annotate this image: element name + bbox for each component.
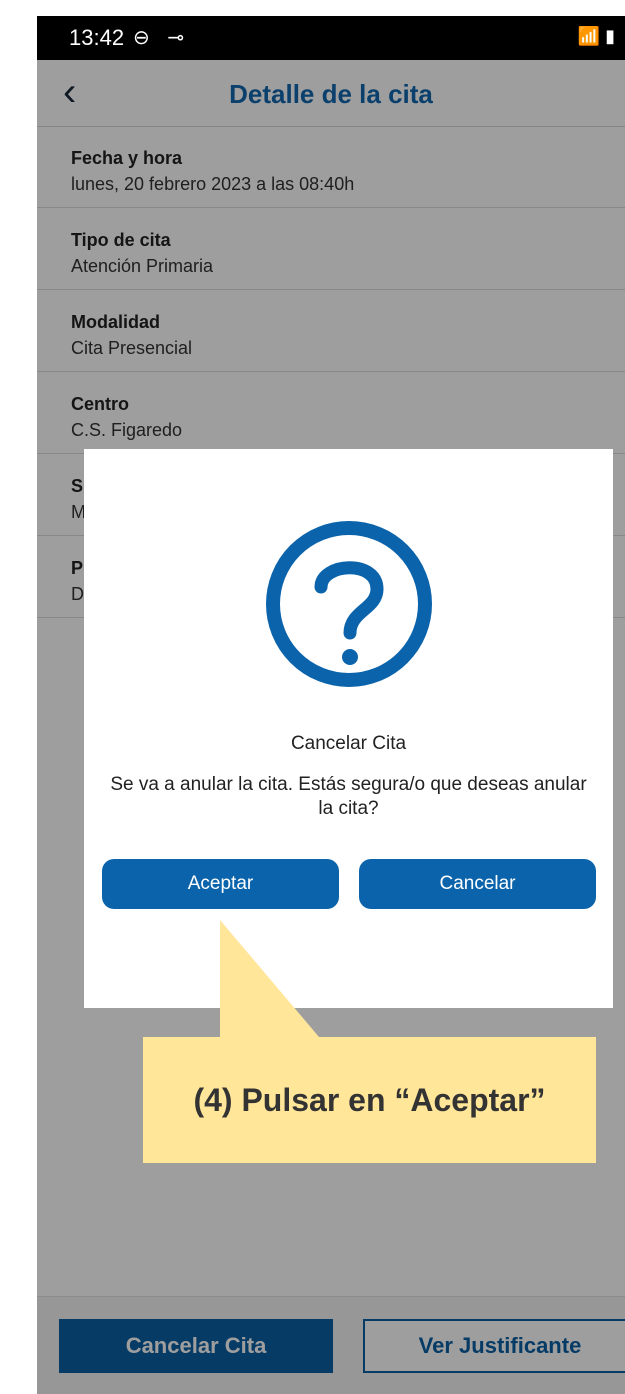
status-system-icons: 📶 ▮ — [577, 26, 615, 46]
callout-pointer — [220, 920, 330, 1050]
instruction-callout: (4) Pulsar en “Aceptar” — [143, 1037, 596, 1163]
dialog-cancel-button[interactable]: Cancelar — [359, 859, 596, 909]
status-bar: 13:42 ⊖ ⊸ 📶 ▮ — [37, 16, 625, 60]
status-time: 13:42 — [69, 25, 125, 50]
status-notification-icons: ⊖ ⊸ — [133, 27, 191, 49]
question-mark-icon — [266, 521, 432, 687]
dialog-title: Cancelar Cita — [290, 733, 407, 754]
accept-button[interactable]: Aceptar — [102, 859, 339, 909]
dialog-message: Se va a anular la cita. Estás segura/o q… — [110, 774, 587, 819]
